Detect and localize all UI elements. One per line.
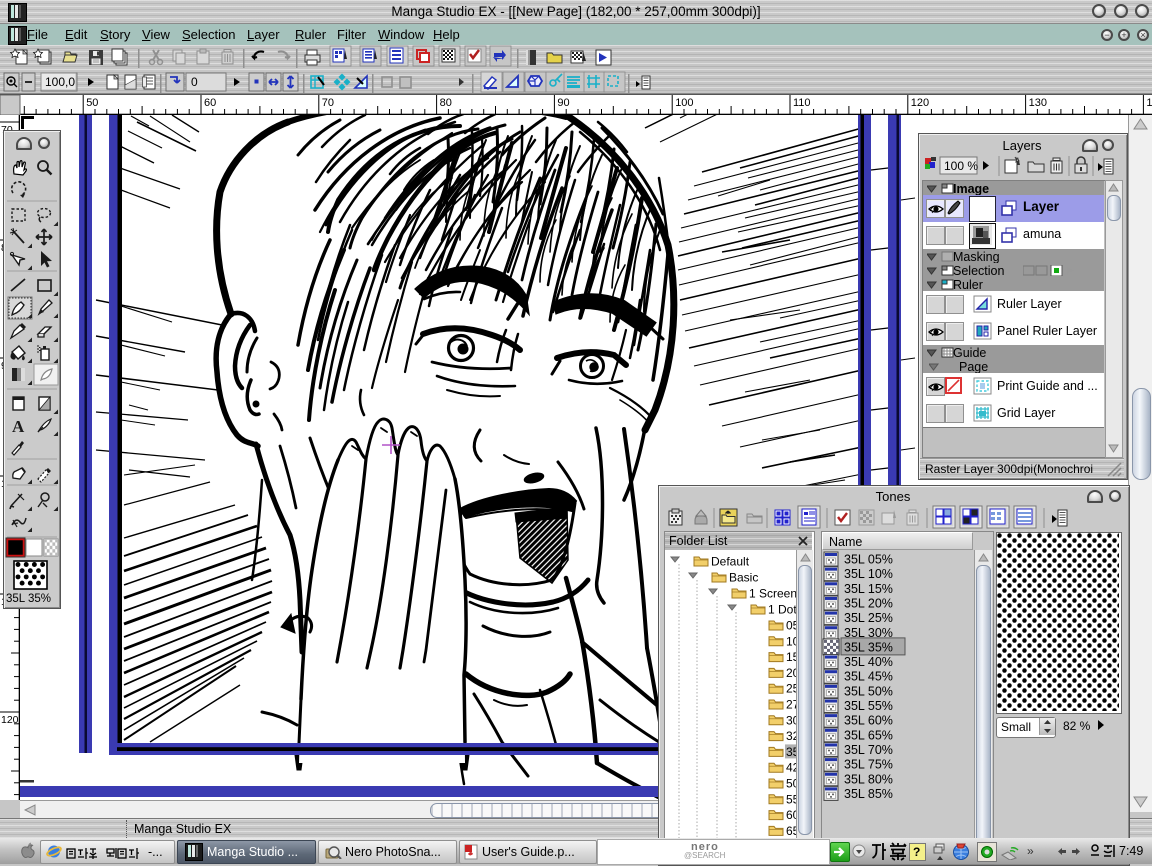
svg-text:35L 35%: 35L 35%: [844, 640, 893, 654]
svg-text:35L 60%: 35L 60%: [844, 714, 893, 728]
svg-text:35L 65%: 35L 65%: [844, 728, 893, 742]
svg-text:35L 70%: 35L 70%: [844, 743, 893, 757]
svg-text:35L 05%: 35L 05%: [844, 553, 893, 567]
svg-text:15: 15: [786, 650, 796, 664]
svg-text:25: 25: [786, 682, 796, 696]
svg-text:27: 27: [786, 698, 796, 712]
svg-text:35L 20%: 35L 20%: [844, 596, 893, 610]
svg-text:90: 90: [557, 97, 569, 109]
svg-text:35L 40%: 35L 40%: [844, 655, 893, 669]
svg-text:42: 42: [786, 761, 796, 775]
svg-text:80: 80: [440, 97, 452, 109]
svg-text:35L 10%: 35L 10%: [844, 567, 893, 581]
svg-text:05: 05: [786, 619, 796, 633]
svg-text:100 %: 100 %: [944, 159, 978, 173]
svg-text:1 Dot: 1 Dot: [768, 603, 796, 617]
svg-text:60: 60: [786, 808, 796, 822]
svg-text:35L 80%: 35L 80%: [844, 772, 893, 786]
svg-text:32: 32: [786, 729, 796, 743]
svg-text:35L 25%: 35L 25%: [844, 611, 893, 625]
svg-text:1 Screen: 1 Screen: [749, 587, 796, 601]
svg-text:100: 100: [675, 97, 693, 109]
svg-text:140: 140: [1146, 97, 1152, 109]
svg-text:100,0: 100,0: [45, 75, 75, 89]
svg-text:20: 20: [786, 666, 796, 680]
svg-text:110: 110: [793, 97, 811, 109]
svg-text:35L 55%: 35L 55%: [844, 699, 893, 713]
svg-text:50: 50: [86, 97, 98, 109]
svg-text:65: 65: [786, 824, 796, 838]
svg-text:A: A: [12, 417, 25, 436]
svg-text:55: 55: [786, 792, 796, 806]
svg-text:35L 35%: 35L 35%: [6, 593, 51, 605]
svg-text:35L 45%: 35L 45%: [844, 670, 893, 684]
svg-text:70: 70: [322, 97, 334, 109]
svg-text:60: 60: [204, 97, 216, 109]
svg-text:35L 85%: 35L 85%: [844, 787, 893, 801]
svg-text:0: 0: [191, 75, 198, 89]
svg-text:35L 50%: 35L 50%: [844, 684, 893, 698]
svg-text:Default: Default: [711, 555, 750, 569]
svg-text:10: 10: [786, 634, 796, 648]
svg-text:30: 30: [786, 713, 796, 727]
svg-text:35L 75%: 35L 75%: [844, 758, 893, 772]
svg-text:120: 120: [911, 97, 929, 109]
svg-text:50: 50: [786, 777, 796, 791]
svg-text:35L 15%: 35L 15%: [844, 582, 893, 596]
svg-text:Basic: Basic: [729, 571, 758, 585]
svg-text:35: 35: [786, 745, 796, 759]
svg-text:130: 130: [1029, 97, 1047, 109]
